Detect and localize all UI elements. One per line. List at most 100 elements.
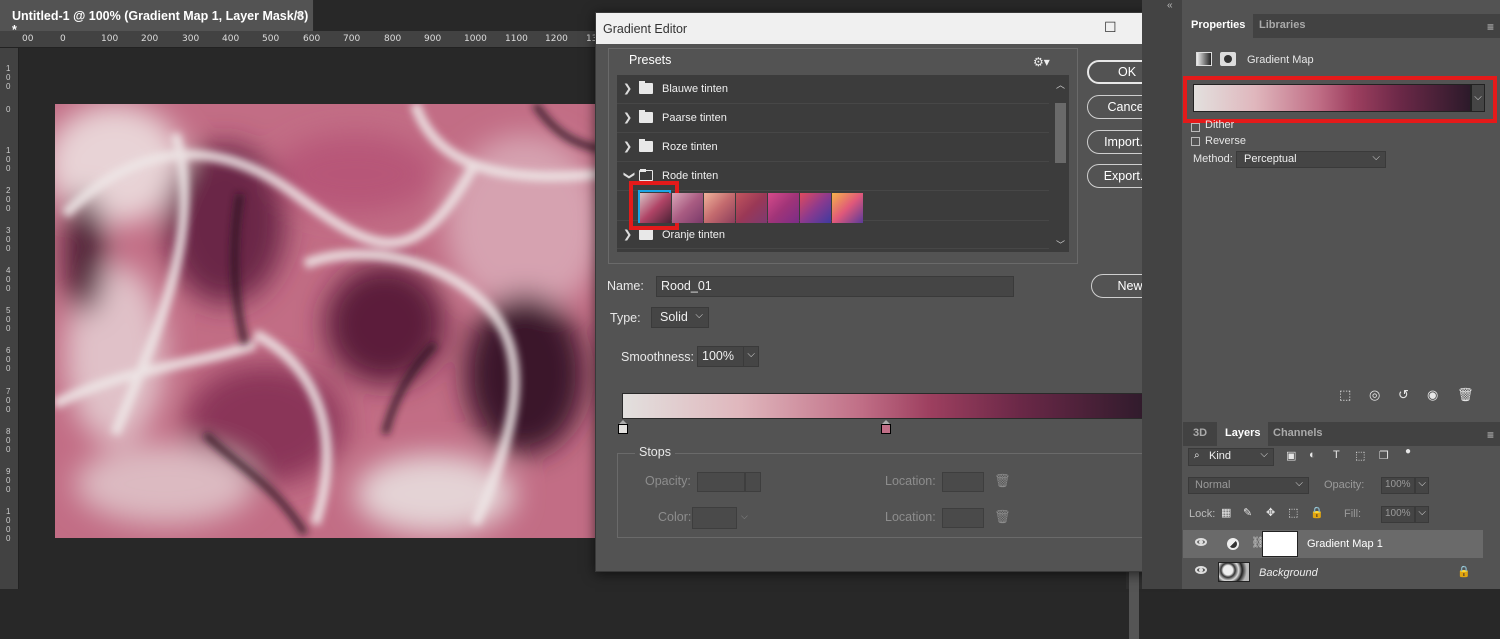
panel-menu-icon[interactable]: ≡ — [1487, 20, 1494, 34]
scrollbar-thumb[interactable] — [1129, 569, 1139, 639]
folder-label: Paarse tinten — [662, 112, 727, 124]
chevron-right-icon[interactable]: ❯ — [623, 140, 632, 153]
layer-mask-icon[interactable] — [1220, 52, 1236, 66]
preset-list-scrollbar[interactable]: ︿ ﹀ — [1053, 75, 1069, 252]
opacity-label: Opacity: — [645, 474, 691, 488]
filter-adjustment-icon[interactable]: ◐ — [1309, 449, 1316, 461]
gradient-preset-swatch[interactable] — [800, 193, 831, 223]
chevron-right-icon[interactable]: ❯ — [623, 82, 632, 95]
visibility-eye-icon[interactable] — [1195, 566, 1207, 574]
document-tab[interactable]: Untitled-1 @ 100% (Gradient Map 1, Layer… — [0, 0, 314, 37]
blend-mode-value: Normal — [1195, 479, 1231, 491]
delete-adjustment-icon[interactable]: 🗑 — [1457, 387, 1474, 403]
ruler-tick-label: 800 — [384, 34, 402, 44]
preset-folder-rode[interactable]: ❯ Rode tinten — [617, 162, 1049, 191]
layer-mask-thumbnail[interactable] — [1262, 531, 1298, 557]
color-stop-middle[interactable] — [881, 420, 891, 437]
chevron-down-icon: ⌵ — [1372, 152, 1380, 163]
reverse-checkbox[interactable] — [1191, 137, 1200, 146]
panel-menu-icon[interactable]: ≡ — [1487, 428, 1494, 442]
adjustment-layer-icon — [1227, 538, 1239, 550]
gear-icon[interactable]: ⚙▾ — [1033, 55, 1050, 69]
fill-dropdown[interactable]: ⌵ — [1415, 506, 1429, 523]
filter-toggle-icon[interactable]: ● — [1405, 446, 1411, 457]
chevron-down-icon: ⌵ — [695, 310, 703, 321]
tab-3d[interactable]: 3D — [1185, 422, 1215, 446]
name-field[interactable]: Rood_01 — [656, 276, 1014, 297]
visibility-icon[interactable]: ◉ — [1427, 387, 1438, 403]
reset-icon[interactable]: ↺ — [1398, 387, 1409, 403]
dialog-titlebar: Gradient Editor ☐ ✕ — [596, 13, 1178, 44]
filter-shape-icon[interactable]: ⬚ — [1355, 449, 1365, 462]
scroll-up-icon[interactable]: ︿ — [1056, 78, 1065, 91]
ruler-tick-label: 1000 — [6, 507, 11, 543]
tab-properties[interactable]: Properties — [1183, 14, 1254, 38]
smoothness-dropdown[interactable]: ⌵ — [743, 346, 759, 367]
layer-row-background[interactable]: Background 🔒 — [1183, 558, 1500, 586]
preset-folder-oranje[interactable]: ❯ Oranje tinten — [617, 220, 1049, 249]
type-dropdown-value: Solid — [660, 310, 688, 324]
clip-to-layer-icon[interactable]: ⬚ — [1339, 387, 1351, 403]
close-tab-icon[interactable]: × — [296, 8, 303, 22]
visibility-eye-icon[interactable] — [1195, 538, 1207, 546]
layer-opacity-field[interactable]: 100% — [1381, 477, 1415, 494]
gradient-map-icon[interactable] — [1196, 52, 1212, 66]
ruler-tick-label: 00 — [22, 34, 34, 44]
chevron-right-icon[interactable]: ❯ — [623, 111, 632, 124]
smoothness-field[interactable]: 100% — [697, 346, 744, 367]
smoothness-label: Smoothness: — [621, 350, 694, 364]
filter-type-icon[interactable]: T — [1333, 449, 1340, 461]
folder-icon — [639, 227, 653, 240]
dither-checkbox[interactable] — [1191, 123, 1200, 132]
color-label: Color: — [658, 510, 692, 524]
ruler-tick-label: 500 — [6, 306, 11, 333]
scroll-down-icon[interactable]: ﹀ — [1056, 238, 1065, 251]
lock-image-icon[interactable]: ✎ — [1243, 506, 1252, 519]
delete-color-stop-icon: 🗑 — [994, 509, 1011, 524]
layer-filter-kind[interactable]: ⌕ Kind ⌵ — [1188, 448, 1274, 466]
method-dropdown[interactable]: Perceptual ⌵ — [1236, 151, 1386, 168]
gradient-preset-swatch[interactable] — [704, 193, 735, 223]
maximize-icon[interactable]: ☐ — [1104, 19, 1117, 36]
gradient-preset-swatch[interactable] — [832, 193, 863, 223]
view-previous-icon[interactable]: ◎ — [1369, 387, 1380, 403]
ruler-tick-label: 0 — [6, 105, 11, 114]
layers-tabbar: 3D Layers Channels ≡ — [1183, 422, 1500, 446]
tab-layers[interactable]: Layers — [1217, 422, 1269, 446]
collapse-icon[interactable]: « — [1167, 0, 1173, 11]
tab-channels[interactable]: Channels — [1265, 422, 1331, 446]
preset-folder-paarse[interactable]: ❯ Paarse tinten — [617, 104, 1049, 133]
preset-folder-roze[interactable]: ❯ Roze tinten — [617, 133, 1049, 162]
blend-mode-dropdown[interactable]: Normal ⌵ — [1188, 477, 1309, 494]
open-folder-icon — [639, 169, 653, 181]
search-icon: ⌕ — [1194, 450, 1200, 461]
gradient-preset-swatch[interactable] — [640, 193, 671, 223]
opacity-location-field — [942, 472, 984, 492]
chevron-down-icon: ⌵ — [1418, 507, 1426, 518]
fill-field[interactable]: 100% — [1381, 506, 1415, 523]
scrollbar-thumb[interactable] — [1055, 103, 1066, 163]
gradient-preset-swatch[interactable] — [672, 193, 703, 223]
chevron-down-icon[interactable]: ❯ — [623, 171, 636, 180]
color-stop-left[interactable] — [618, 420, 628, 437]
ruler-tick-label: 400 — [222, 34, 240, 44]
layer-opacity-dropdown[interactable]: ⌵ — [1415, 477, 1429, 494]
lock-position-icon[interactable]: ✥ — [1266, 506, 1275, 519]
gradient-preset-swatch[interactable] — [768, 193, 799, 223]
layer-row-gradient-map[interactable]: ⛓ Gradient Map 1 — [1183, 530, 1483, 558]
preset-list[interactable]: ❯ Blauwe tinten ❯ Paarse tinten ❯ Roze t… — [617, 75, 1069, 252]
preset-folder-blauwe[interactable]: ❯ Blauwe tinten — [617, 75, 1049, 104]
ruler-tick-label: 900 — [6, 467, 11, 494]
lock-artboard-icon[interactable]: ⬚ — [1288, 506, 1298, 519]
lock-all-icon[interactable]: 🔒 — [1310, 506, 1324, 519]
filter-smart-object-icon[interactable]: ❐ — [1379, 449, 1389, 462]
type-dropdown[interactable]: Solid ⌵ — [651, 307, 709, 328]
folder-label: Roze tinten — [662, 141, 718, 153]
ruler-tick-label: 200 — [141, 34, 159, 44]
tab-libraries[interactable]: Libraries — [1251, 14, 1313, 38]
lock-icon: 🔒 — [1457, 566, 1471, 578]
gradient-preview-bar[interactable] — [622, 393, 1154, 419]
gradient-preset-swatch[interactable] — [736, 193, 767, 223]
lock-transparency-icon[interactable]: ▦ — [1221, 506, 1231, 519]
filter-image-icon[interactable]: ▣ — [1286, 449, 1296, 462]
